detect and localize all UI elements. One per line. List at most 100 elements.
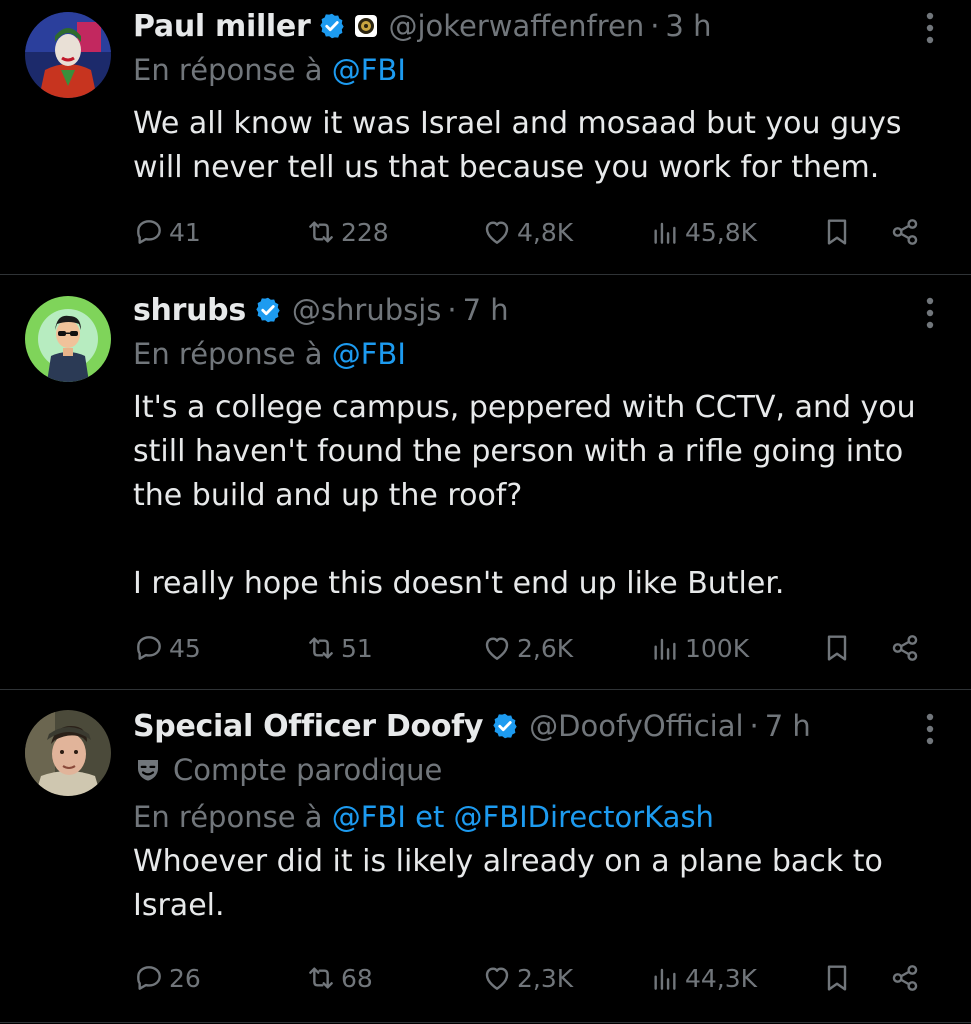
share-icon <box>892 635 918 661</box>
heart-icon <box>485 221 509 244</box>
like-button[interactable]: 2,3K <box>481 956 573 1000</box>
heart-icon <box>485 637 509 660</box>
avatar[interactable] <box>25 296 111 382</box>
reply-count: 41 <box>169 217 201 247</box>
repost-count: 51 <box>341 633 373 663</box>
tweet-paragraph: Whoever did it is likely already on a pl… <box>133 844 883 923</box>
views-chart-icon <box>654 222 676 244</box>
reply-button[interactable]: 26 <box>133 956 201 1000</box>
repost-arrows-icon <box>309 967 333 989</box>
reply-context: En réponse à @FBI <box>133 337 406 371</box>
verified-badge-icon[interactable] <box>318 12 346 40</box>
affiliation-badge-icon[interactable] <box>354 14 378 38</box>
tweet-2[interactable]: shrubs @shrubsjs · 7 h En réponse à @FBI… <box>0 276 971 690</box>
reply-prefix: En réponse à <box>133 337 323 371</box>
reply-bubble-icon <box>137 966 161 990</box>
reply-prefix: En réponse à <box>133 800 323 834</box>
views-button[interactable]: 44,3K <box>649 956 757 1000</box>
like-button[interactable]: 4,8K <box>481 210 573 254</box>
bookmark-icon <box>827 635 847 661</box>
more-options-icon[interactable] <box>925 712 935 746</box>
tweet-header: shrubs @shrubsjs · 7 h <box>133 288 509 332</box>
views-button[interactable]: 45,8K <box>649 210 757 254</box>
bookmark-button[interactable] <box>821 956 853 1000</box>
views-count: 45,8K <box>685 217 758 247</box>
more-options-icon[interactable] <box>925 11 935 45</box>
tweet-text: It's a college campus, peppered with CCT… <box>133 386 933 606</box>
reply-mention-fbidirectorkash[interactable]: @FBIDirectorKash <box>454 800 714 834</box>
like-count: 2,3K <box>517 963 574 993</box>
like-count: 4,8K <box>517 217 574 247</box>
reply-joiner: et <box>415 800 445 834</box>
reply-bubble-icon <box>137 636 161 660</box>
reply-context: En réponse à @FBI <box>133 53 406 87</box>
repost-button[interactable]: 51 <box>305 626 373 670</box>
views-count: 100K <box>685 633 750 663</box>
user-handle[interactable]: @DoofyOfficial <box>529 709 743 743</box>
tweet-header: Special Officer Doofy @DoofyOfficial · 7… <box>133 704 811 748</box>
tweet-1[interactable]: Paul miller @jokerwaffenfren · 3 h En ré… <box>0 0 971 276</box>
like-button[interactable]: 2,6K <box>481 626 573 670</box>
repost-button[interactable]: 68 <box>305 956 373 1000</box>
like-count: 2,6K <box>517 633 574 663</box>
reply-button[interactable]: 45 <box>133 626 201 670</box>
more-options-icon[interactable] <box>925 296 935 330</box>
timestamp[interactable]: 7 h <box>463 293 509 327</box>
avatar[interactable] <box>25 710 111 796</box>
repost-count: 68 <box>341 963 373 993</box>
tweet-text: We all know it was Israel and mosaad but… <box>133 102 933 190</box>
avatar[interactable] <box>25 12 111 98</box>
reply-button[interactable]: 41 <box>133 210 201 254</box>
display-name[interactable]: Paul miller <box>133 9 311 44</box>
tweet-paragraph: We all know it was Israel and mosaad but… <box>133 106 902 185</box>
share-icon <box>892 219 918 245</box>
display-name[interactable]: Special Officer Doofy <box>133 709 483 744</box>
separator-dot: · <box>749 709 759 743</box>
repost-arrows-icon <box>309 637 333 659</box>
reply-count: 26 <box>169 963 201 993</box>
share-icon <box>892 965 918 991</box>
display-name[interactable]: shrubs <box>133 293 246 328</box>
tweet-actions: 26 68 2,3K 44,3K <box>133 956 933 1000</box>
timestamp[interactable]: 3 h <box>665 9 711 43</box>
tweet-text: Whoever did it is likely already on a pl… <box>133 840 933 928</box>
bookmark-button[interactable] <box>821 210 853 254</box>
tweet-divider <box>0 274 971 275</box>
separator-dot: · <box>447 293 457 327</box>
tweet-header: Paul miller @jokerwaffenfren · 3 h <box>133 4 711 48</box>
tweet-paragraph: It's a college campus, peppered with CCT… <box>133 390 916 513</box>
reply-bubble-icon <box>137 220 161 244</box>
reply-count: 45 <box>169 633 201 663</box>
tweet-divider <box>0 1022 971 1023</box>
repost-arrows-icon <box>309 221 333 243</box>
user-handle[interactable]: @jokerwaffenfren <box>388 9 644 43</box>
reply-prefix: En réponse à <box>133 53 323 87</box>
reply-mention-fbi[interactable]: @FBI <box>332 800 406 834</box>
user-handle[interactable]: @shrubsjs <box>292 293 441 327</box>
reply-mention-fbi[interactable]: @FBI <box>332 337 406 371</box>
share-button[interactable] <box>889 626 921 670</box>
verified-badge-icon[interactable] <box>254 296 282 324</box>
repost-count: 228 <box>341 217 389 247</box>
reply-mention-fbi[interactable]: @FBI <box>332 53 406 87</box>
share-button[interactable] <box>889 956 921 1000</box>
verified-badge-icon[interactable] <box>491 712 519 740</box>
views-count: 44,3K <box>685 963 758 993</box>
share-button[interactable] <box>889 210 921 254</box>
heart-icon <box>485 967 509 990</box>
parody-mask-icon <box>138 760 158 781</box>
tweet-paragraph: I really hope this doesn't end up like B… <box>133 566 785 601</box>
views-chart-icon <box>654 968 676 990</box>
bookmark-icon <box>827 965 847 991</box>
parody-label: Compte parodique <box>133 750 442 790</box>
separator-dot: · <box>650 9 660 43</box>
tweet-3[interactable]: Special Officer Doofy @DoofyOfficial · 7… <box>0 690 971 1024</box>
bookmark-button[interactable] <box>821 626 853 670</box>
parody-text: Compte parodique <box>173 753 443 787</box>
repost-button[interactable]: 228 <box>305 210 389 254</box>
timestamp[interactable]: 7 h <box>765 709 811 743</box>
views-chart-icon <box>654 638 676 660</box>
views-button[interactable]: 100K <box>649 626 749 670</box>
tweet-actions: 41 228 4,8K 45,8K <box>133 210 933 254</box>
reply-context: En réponse à @FBI et @FBIDirectorKash <box>133 800 714 834</box>
